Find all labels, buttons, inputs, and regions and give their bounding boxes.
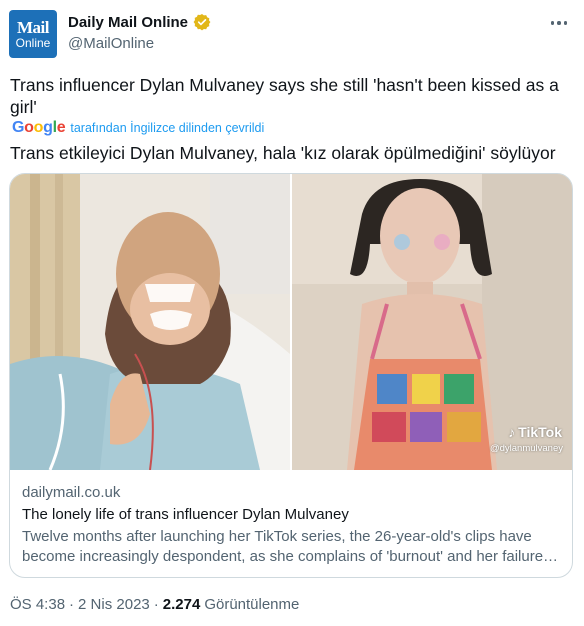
tweet-time[interactable]: ÖS 4:38 — [10, 596, 65, 613]
tweet: Mail Online Daily Mail Online @MailOnlin… — [0, 0, 584, 626]
footer-separator: · — [69, 596, 75, 613]
card-image-tiktok: ♪ TikTok @dylanmulvaney — [292, 174, 572, 470]
tiktok-watermark: ♪ TikTok — [508, 424, 562, 440]
footer-separator: · — [153, 596, 159, 613]
views-count[interactable]: 2.274 — [163, 596, 201, 613]
tweet-translated-text: Trans etkileyici Dylan Mulvaney, hala 'k… — [10, 143, 556, 163]
translation-attribution: Google tarafından İngilizce dilinden çev… — [12, 119, 264, 137]
tweet-date[interactable]: 2 Nis 2023 — [78, 596, 150, 613]
link-card[interactable]: ♪ TikTok @dylanmulvaney dailymail.co.uk … — [9, 173, 573, 578]
author-name-row: Daily Mail Online — [68, 13, 211, 31]
card-image-hospital — [10, 174, 290, 470]
author-handle[interactable]: @MailOnline — [68, 35, 154, 52]
card-domain: dailymail.co.uk — [22, 484, 121, 501]
card-meta[interactable]: dailymail.co.uk The lonely life of trans… — [22, 484, 562, 567]
avatar-text-mail: Mail — [17, 18, 50, 37]
card-description: Twelve months after launching her TikTok… — [22, 528, 560, 565]
translation-label[interactable]: tarafından İngilizce dilinden çevrildi — [70, 121, 264, 135]
tweet-footer: ÖS 4:38 · 2 Nis 2023 · 2.274 Görüntülenm… — [10, 596, 299, 613]
tiktok-icon: ♪ — [508, 424, 516, 440]
avatar[interactable]: Mail Online — [9, 10, 57, 58]
author-display-name[interactable]: Daily Mail Online — [68, 14, 188, 31]
google-logo-icon: Google — [12, 119, 66, 136]
card-image-collage[interactable]: ♪ TikTok @dylanmulvaney — [10, 174, 572, 470]
card-title: The lonely life of trans influencer Dyla… — [22, 506, 349, 523]
views-label: Görüntülenme — [204, 596, 300, 613]
more-options-icon[interactable] — [548, 12, 570, 34]
avatar-text-online: Online — [15, 36, 51, 50]
tiktok-handle-label: @dylanmulvaney — [489, 443, 563, 454]
tweet-original-text: Trans influencer Dylan Mulvaney says she… — [10, 75, 559, 117]
tiktok-brand-label: TikTok — [518, 424, 562, 440]
verified-badge-icon[interactable] — [193, 13, 211, 31]
